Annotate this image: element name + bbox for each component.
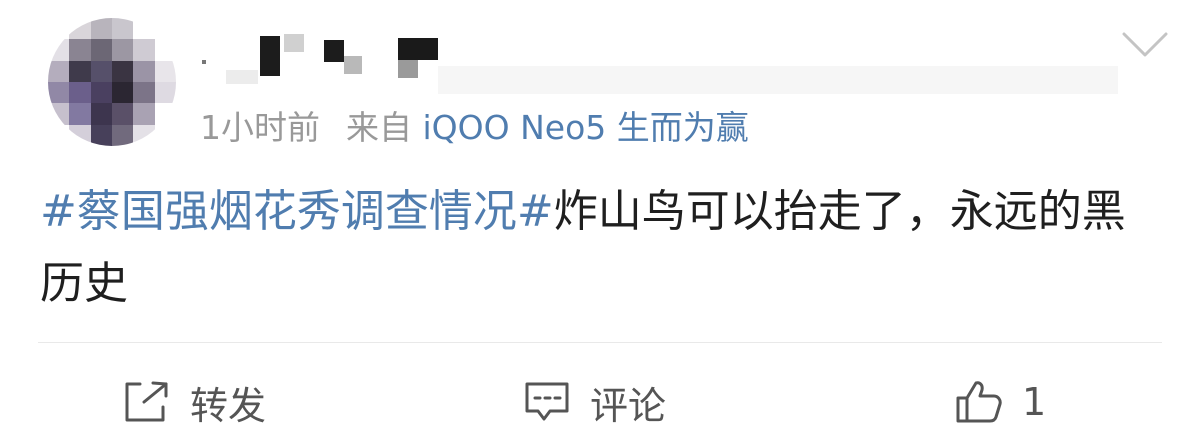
thumbs-up-icon bbox=[956, 381, 1002, 423]
divider bbox=[38, 342, 1162, 343]
repost-label: 转发 bbox=[190, 383, 267, 428]
username-redacted[interactable] bbox=[198, 26, 1118, 94]
post-content: #蔡国强烟花秀调查情况#炸山鸟可以抬走了，永远的黑历史 bbox=[40, 176, 1160, 320]
chevron-down-icon[interactable] bbox=[1122, 30, 1168, 60]
like-count: 1 bbox=[1022, 380, 1047, 424]
source-prefix: 来自 bbox=[346, 108, 412, 147]
comment-button[interactable]: 评论 bbox=[522, 372, 666, 432]
like-button[interactable]: 1 bbox=[954, 372, 1046, 432]
share-square-icon bbox=[125, 381, 168, 422]
topic-hashtag[interactable]: #蔡国强烟花秀调查情况# bbox=[40, 186, 554, 237]
post-meta: 1小时前 来自 iQOO Neo5 生而为赢 bbox=[200, 104, 749, 152]
comment-label: 评论 bbox=[590, 383, 667, 428]
repost-button[interactable]: 转发 bbox=[122, 372, 266, 432]
comment-bubble-icon bbox=[525, 382, 569, 421]
post-source-link[interactable]: iQOO Neo5 生而为赢 bbox=[423, 108, 749, 147]
post-time: 1小时前 bbox=[200, 108, 320, 147]
avatar[interactable] bbox=[48, 18, 176, 146]
